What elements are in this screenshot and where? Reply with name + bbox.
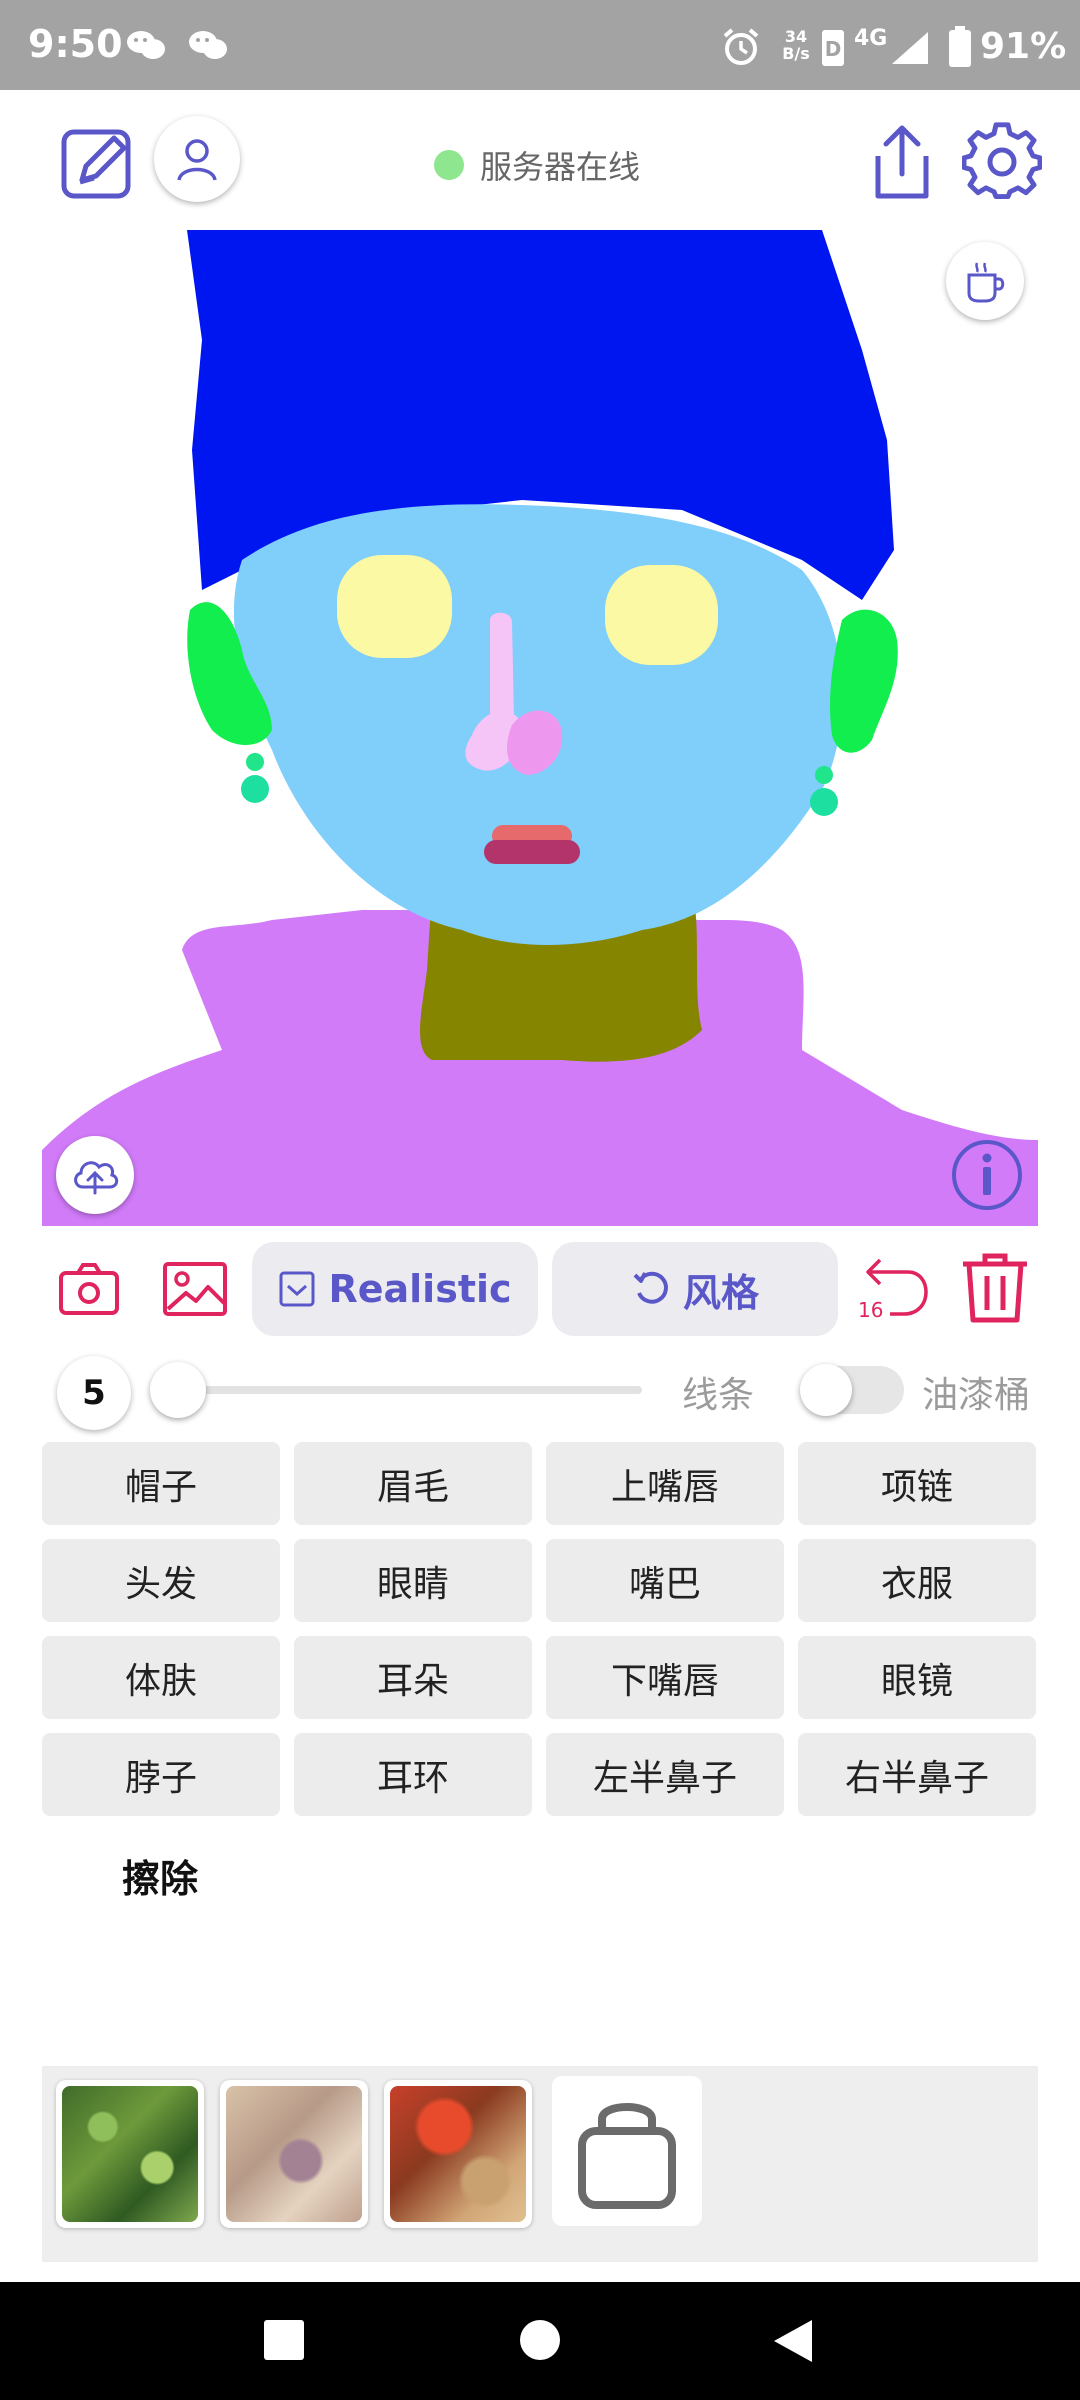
status-time: 9:50 bbox=[28, 22, 123, 66]
style-thumbnail[interactable] bbox=[220, 2080, 368, 2228]
undo-count: 16 bbox=[858, 1298, 884, 1322]
lower-lip-shape bbox=[484, 840, 580, 864]
net-speed-value: 34 bbox=[784, 27, 808, 46]
style-button[interactable]: 风格 bbox=[552, 1242, 838, 1336]
line-label: 线条 bbox=[682, 1375, 755, 1416]
top-app-bar: 服务器在线 bbox=[0, 90, 1080, 230]
category-grid: 帽子 眉毛 上嘴唇 项链 头发 眼睛 嘴巴 衣服 体肤 耳朵 下嘴唇 眼镜 脖子… bbox=[42, 1442, 1038, 1816]
server-status: 服务器在线 bbox=[434, 142, 640, 188]
right-ear-shape bbox=[830, 609, 898, 753]
camera-icon bbox=[59, 1263, 119, 1315]
upload-button[interactable] bbox=[56, 1136, 134, 1214]
brush-size-indicator: 5 bbox=[57, 1356, 131, 1430]
red-texture bbox=[390, 2086, 526, 2222]
image-icon bbox=[163, 1262, 227, 1316]
realistic-button[interactable]: Realistic bbox=[252, 1242, 538, 1336]
drawing-canvas[interactable] bbox=[42, 230, 1038, 1226]
undo-button[interactable]: 16 bbox=[856, 1254, 932, 1326]
recents-button[interactable] bbox=[264, 2320, 304, 2360]
trash-icon bbox=[963, 1253, 1027, 1323]
style-gallery bbox=[42, 2066, 1038, 2262]
coffee-icon bbox=[967, 262, 1005, 303]
server-status-text: 服务器在线 bbox=[480, 148, 641, 186]
camera-button[interactable] bbox=[56, 1256, 122, 1322]
category-button[interactable]: 衣服 bbox=[798, 1539, 1036, 1622]
draw-icon bbox=[61, 129, 131, 199]
share-button[interactable] bbox=[862, 120, 942, 204]
nose-bridge-shape bbox=[490, 612, 514, 728]
cloud-upload-icon bbox=[74, 1161, 119, 1195]
account-button[interactable] bbox=[154, 116, 240, 202]
brush-size-value: 5 bbox=[82, 1373, 106, 1413]
paint-bucket-label: 油漆桶 bbox=[922, 1375, 1031, 1416]
category-button[interactable]: 右半鼻子 bbox=[798, 1733, 1036, 1816]
category-button[interactable]: 耳环 bbox=[294, 1733, 532, 1816]
status-bar: 9:50 34 B/s D 4G 91% bbox=[0, 0, 1080, 90]
style-label: 风格 bbox=[682, 1270, 759, 1315]
user-icon bbox=[177, 139, 217, 181]
erase-button[interactable]: 擦除 bbox=[122, 1848, 198, 1903]
realistic-label: Realistic bbox=[328, 1267, 512, 1311]
brush-size-slider[interactable] bbox=[178, 1386, 642, 1394]
category-button[interactable]: 左半鼻子 bbox=[546, 1733, 784, 1816]
category-button[interactable]: 体肤 bbox=[42, 1636, 280, 1719]
svg-text:D: D bbox=[825, 37, 842, 61]
beige-texture bbox=[226, 2086, 362, 2222]
toggle-knob bbox=[800, 1364, 852, 1416]
network-type: 4G bbox=[854, 26, 888, 51]
gallery-button[interactable] bbox=[160, 1256, 230, 1322]
signal-icon bbox=[892, 32, 928, 64]
settings-icon bbox=[962, 122, 1042, 200]
share-icon bbox=[875, 125, 929, 199]
right-earring-large bbox=[810, 788, 838, 816]
category-button[interactable]: 脖子 bbox=[42, 1733, 280, 1816]
category-button[interactable]: 上嘴唇 bbox=[546, 1442, 784, 1525]
category-button[interactable]: 耳朵 bbox=[294, 1636, 532, 1719]
battery-icon bbox=[949, 26, 971, 67]
net-speed-unit: B/s bbox=[782, 44, 810, 63]
style-shop-button[interactable] bbox=[552, 2076, 702, 2226]
green-texture bbox=[62, 2086, 198, 2222]
right-eye-shape bbox=[605, 565, 718, 665]
back-button[interactable] bbox=[772, 2318, 814, 2364]
info-button[interactable] bbox=[948, 1136, 1026, 1214]
wechat-icon bbox=[189, 31, 227, 59]
category-button[interactable]: 下嘴唇 bbox=[546, 1636, 784, 1719]
coffee-button[interactable] bbox=[946, 242, 1024, 320]
alarm-icon bbox=[723, 28, 759, 65]
delete-button[interactable] bbox=[956, 1250, 1034, 1326]
settings-button[interactable] bbox=[960, 120, 1044, 204]
bag-icon bbox=[578, 2103, 676, 2209]
category-button[interactable]: 眼镜 bbox=[798, 1636, 1036, 1719]
category-button[interactable]: 嘴巴 bbox=[546, 1539, 784, 1622]
sim-icon: D bbox=[822, 30, 844, 66]
draw-button[interactable] bbox=[56, 120, 140, 204]
refresh-icon bbox=[633, 1271, 668, 1304]
category-button[interactable]: 项链 bbox=[798, 1442, 1036, 1525]
info-icon bbox=[952, 1140, 1022, 1210]
category-button[interactable]: 帽子 bbox=[42, 1442, 280, 1525]
style-thumbnail[interactable] bbox=[384, 2080, 532, 2228]
portrait-drawing bbox=[42, 230, 1038, 1226]
left-earring-small bbox=[246, 753, 264, 771]
checkbox-icon bbox=[279, 1271, 315, 1307]
paint-bucket-toggle[interactable] bbox=[800, 1364, 904, 1416]
left-eye-shape bbox=[337, 555, 452, 658]
category-button[interactable]: 眼睛 bbox=[294, 1539, 532, 1622]
slider-thumb[interactable] bbox=[150, 1362, 206, 1418]
navigation-bar bbox=[0, 2282, 1080, 2400]
style-thumbnail[interactable] bbox=[56, 2080, 204, 2228]
category-button[interactable]: 眉毛 bbox=[294, 1442, 532, 1525]
server-status-dot bbox=[434, 150, 464, 180]
right-earring-small bbox=[815, 766, 833, 784]
wechat-icon bbox=[127, 31, 165, 59]
category-button[interactable]: 头发 bbox=[42, 1539, 280, 1622]
battery-level: 91% bbox=[980, 26, 1067, 67]
left-earring-large bbox=[241, 775, 269, 803]
home-button[interactable] bbox=[520, 2320, 560, 2360]
